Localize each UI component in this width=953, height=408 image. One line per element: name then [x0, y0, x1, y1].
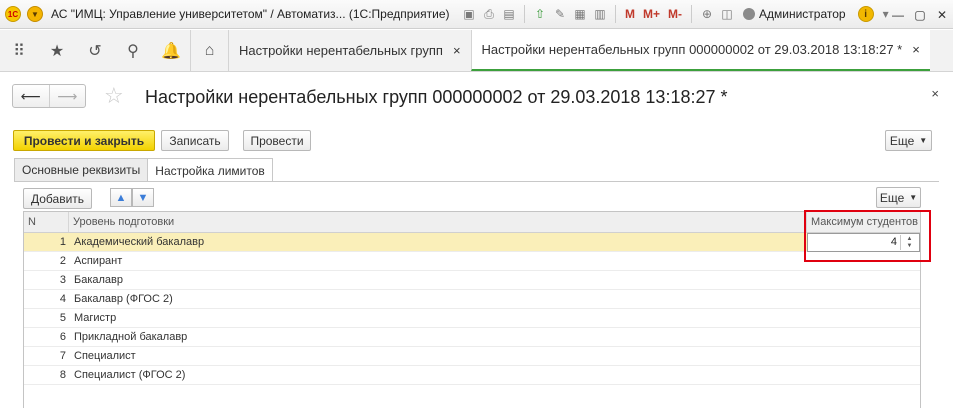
form-header: ⟵ ⟶ ☆ Настройки нерентабельных групп 000… [0, 73, 953, 123]
window-titlebar: 1С ▼ АС "ИМЦ: Управление университетом" … [0, 0, 953, 29]
separator [524, 5, 525, 23]
current-user[interactable]: Администратор [743, 7, 846, 21]
more-label: Еще [889, 133, 915, 148]
row-max-students [806, 328, 920, 346]
row-number: 5 [59, 312, 66, 324]
row-max-students [806, 271, 920, 289]
tab-limit-settings[interactable]: Настройка лимитов [147, 158, 273, 182]
window-title: АС "ИМЦ: Управление университетом" / Авт… [51, 7, 450, 21]
preview-icon[interactable]: ▤ [501, 6, 517, 22]
column-header-n[interactable]: N [24, 212, 69, 232]
tab-label: Настройки нерентабельных групп 000000002… [481, 42, 903, 57]
row-level: Прикладной бакалавр [74, 331, 188, 343]
back-arrow-icon[interactable]: ⟵ [13, 85, 49, 107]
row-max-students [806, 347, 920, 365]
row-level: Специалист (ФГОС 2) [74, 369, 186, 381]
tab-main-attributes[interactable]: Основные реквизиты [14, 158, 149, 181]
table-row[interactable]: 5 Магистр [24, 309, 920, 328]
row-level: Академический бакалавр [74, 236, 205, 248]
table-header: N Уровень подготовки Максимум студентов [24, 212, 920, 233]
app-logo-icon: 1С [5, 6, 21, 22]
table-row[interactable]: 6 Прикладной бакалавр [24, 328, 920, 347]
row-level: Бакалавр (ФГОС 2) [74, 293, 173, 305]
edit-icon[interactable]: ✎ [552, 6, 568, 22]
tab-settings-document[interactable]: Настройки нерентабельных групп 000000002… [470, 30, 930, 71]
close-icon[interactable]: × [931, 86, 939, 101]
separator [615, 5, 616, 23]
table-row[interactable]: 4 Бакалавр (ФГОС 2) [24, 290, 920, 309]
table-row[interactable]: 8 Специалист (ФГОС 2) [24, 366, 920, 385]
print-icon[interactable]: ⎙ [481, 6, 497, 22]
panel-icon[interactable]: ◫ [719, 6, 735, 22]
form-tabs: Основные реквизиты Настройка лимитов [14, 158, 273, 182]
favorites-icon[interactable]: ★ [38, 30, 76, 71]
row-number: 7 [59, 350, 66, 362]
minimize-button[interactable]: — [887, 4, 909, 26]
link-icon[interactable]: ⇧ [532, 6, 548, 22]
post-button[interactable]: Провести [243, 130, 311, 151]
row-number: 3 [59, 274, 66, 286]
table-row[interactable]: 2 Аспирант [24, 252, 920, 271]
close-window-button[interactable]: ✕ [931, 4, 953, 26]
row-number: 1 [59, 236, 66, 248]
row-max-students [806, 366, 920, 384]
user-icon [743, 8, 756, 20]
row-number: 8 [59, 369, 66, 381]
zoom-icon[interactable]: ⊕ [699, 6, 715, 22]
table-more-button[interactable]: Еще ▼ [876, 187, 921, 208]
save-button[interactable]: Записать [161, 130, 229, 151]
forward-arrow-icon[interactable]: ⟶ [48, 85, 86, 107]
row-level: Специалист [74, 350, 136, 362]
limits-table: N Уровень подготовки Максимум студентов … [23, 211, 921, 408]
highlight-annotation [804, 210, 931, 262]
add-row-button[interactable]: Добавить [23, 188, 92, 209]
maximize-button[interactable]: ▢ [909, 4, 931, 26]
history-icon[interactable]: ↺ [76, 30, 114, 71]
move-up-icon[interactable]: ▲ [110, 188, 132, 207]
search-icon[interactable]: ⚲ [114, 30, 152, 71]
column-header-level[interactable]: Уровень подготовки [69, 212, 807, 232]
chevron-down-icon: ▼ [909, 193, 918, 202]
tab-label: Настройки нерентабельных групп [239, 43, 443, 58]
nav-bar: ⠿ ★ ↺ ⚲ 🔔 ⌂ Настройки нерентабельных гру… [0, 30, 953, 72]
row-max-students [806, 309, 920, 327]
history-nav-group: ⟵ ⟶ [12, 84, 86, 108]
tabs-divider [14, 181, 939, 182]
table-row[interactable]: 7 Специалист [24, 347, 920, 366]
row-number: 2 [59, 255, 66, 267]
close-icon[interactable]: × [453, 43, 461, 58]
row-number: 4 [59, 293, 66, 305]
close-icon[interactable]: × [912, 42, 920, 57]
table-row[interactable]: 1 Академический бакалавр 4 ▲ ▼ [24, 233, 920, 252]
memory-plus-button[interactable]: M+ [641, 7, 662, 21]
row-max-students [806, 290, 920, 308]
chevron-down-icon: ▼ [919, 136, 928, 145]
sections-menu-icon[interactable]: ⠿ [0, 30, 38, 71]
row-level: Магистр [74, 312, 117, 324]
calendar-icon[interactable]: ▥ [592, 6, 608, 22]
table-row[interactable]: 3 Бакалавр [24, 271, 920, 290]
post-and-close-button[interactable]: Провести и закрыть [13, 130, 155, 151]
info-icon[interactable]: i [857, 6, 874, 22]
more-label: Еще [879, 190, 905, 205]
favorite-star-icon[interactable]: ☆ [104, 85, 124, 107]
home-icon[interactable]: ⌂ [190, 30, 228, 71]
row-number: 6 [59, 331, 66, 343]
page-title: Настройки нерентабельных групп 000000002… [145, 87, 728, 107]
user-name: Администратор [759, 7, 846, 21]
separator [691, 5, 693, 23]
move-down-icon[interactable]: ▼ [132, 188, 154, 207]
notifications-icon[interactable]: 🔔 [152, 30, 190, 71]
row-level: Бакалавр [74, 274, 124, 286]
row-level: Аспирант [74, 255, 123, 267]
memory-button[interactable]: M [623, 7, 637, 21]
save-icon[interactable]: ▣ [461, 6, 477, 22]
more-button[interactable]: Еще ▼ [885, 130, 932, 151]
tab-settings-list[interactable]: Настройки нерентабельных групп × [228, 30, 471, 71]
table-icon[interactable]: ▦ [572, 6, 588, 22]
memory-minus-button[interactable]: M- [666, 7, 684, 21]
main-menu-icon[interactable]: ▼ [27, 6, 43, 22]
